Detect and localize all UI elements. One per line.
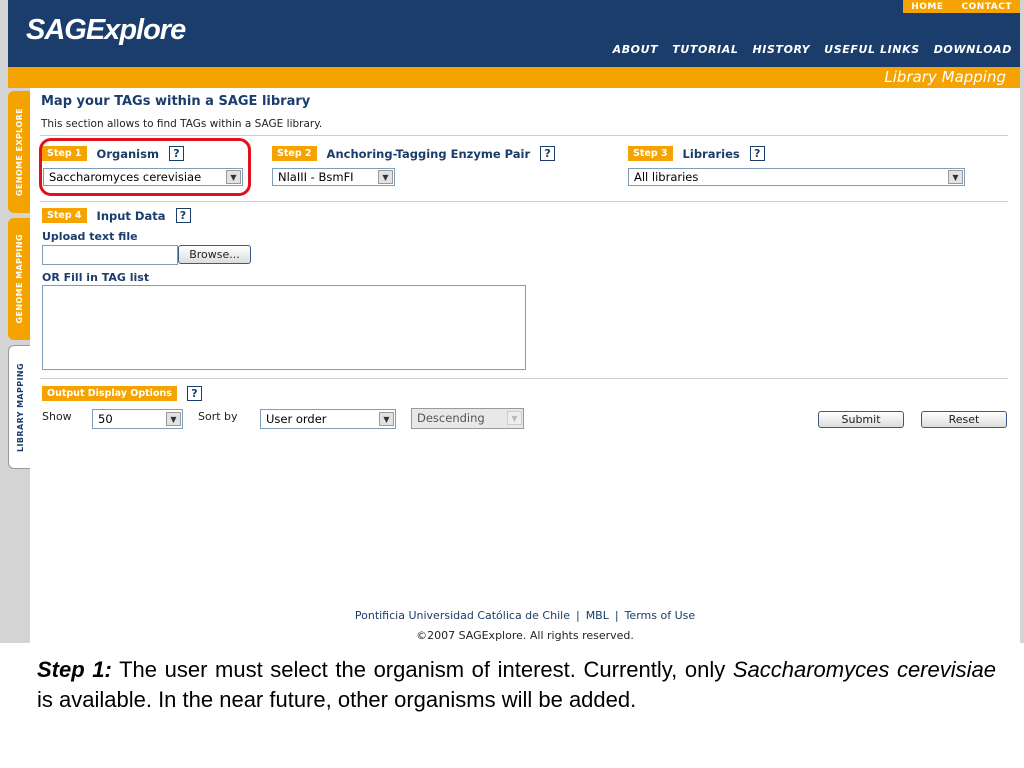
footer-link-puc[interactable]: Pontificia Universidad Católica de Chile: [355, 609, 570, 622]
footer-link-terms[interactable]: Terms of Use: [625, 609, 696, 622]
chevron-down-icon: ▼: [507, 411, 522, 425]
tab-genome-mapping-label: GENOME MAPPING: [14, 234, 24, 324]
footer-links: Pontificia Universidad Católica de Chile…: [30, 609, 1020, 622]
caption-text-2: is available. In the near future, other …: [37, 687, 637, 712]
slide-caption: Step 1: The user must select the organis…: [37, 655, 996, 715]
chevron-down-icon: ▼: [948, 170, 963, 184]
divider: [40, 378, 1008, 379]
nav-download[interactable]: DOWNLOAD: [934, 43, 1012, 56]
step3-help-icon[interactable]: ?: [749, 146, 765, 161]
tab-library-mapping[interactable]: LIBRARY MAPPING: [8, 345, 31, 469]
sort-by-select[interactable]: User order ▼: [260, 409, 396, 429]
step4-header: Step 4 Input Data ?: [42, 208, 191, 223]
footer-separator: |: [575, 609, 580, 622]
section-title: Library Mapping: [884, 68, 1006, 86]
enzyme-pair-select[interactable]: NlaIII - BsmFI ▼: [272, 168, 395, 186]
step4-help-icon[interactable]: ?: [175, 208, 191, 223]
fill-tag-list-label: OR Fill in TAG list: [42, 271, 150, 284]
caption-text-1: The user must select the organism of int…: [111, 657, 733, 682]
site-header: HOME CONTACT SAGExplore ABOUT TUTORIAL H…: [8, 0, 1020, 67]
page-title: Map your TAGs within a SAGE library: [41, 94, 311, 109]
nav-history[interactable]: HISTORY: [752, 43, 810, 56]
chevron-down-icon: ▼: [166, 412, 181, 426]
chevron-down-icon: ▼: [379, 412, 394, 426]
side-tabs: GENOME EXPLORE GENOME MAPPING LIBRARY MA…: [8, 88, 31, 643]
sort-by-label: Sort by: [198, 410, 238, 423]
main-nav: ABOUT TUTORIAL HISTORY USEFUL LINKS DOWN…: [613, 43, 1012, 56]
show-count-select[interactable]: 50 ▼: [92, 409, 183, 429]
footer-separator: |: [614, 609, 619, 622]
step4-label: Input Data: [96, 208, 166, 223]
step1-highlight: [39, 138, 251, 196]
sort-order-value: Descending: [417, 411, 485, 425]
sort-by-value: User order: [266, 412, 327, 426]
contact-link[interactable]: CONTACT: [962, 2, 1012, 12]
section-bar: Library Mapping: [8, 67, 1020, 88]
submit-button[interactable]: Submit: [818, 411, 904, 428]
tab-genome-explore-label: GENOME EXPLORE: [14, 107, 24, 197]
libraries-select-value: All libraries: [634, 170, 699, 184]
divider: [40, 135, 1008, 136]
sort-order-select: Descending ▼: [411, 408, 524, 429]
step2-help-icon[interactable]: ?: [540, 146, 556, 161]
nav-useful-links[interactable]: USEFUL LINKS: [824, 43, 920, 56]
step3-header: Step 3 Libraries ?: [628, 146, 765, 161]
content-panel: Map your TAGs within a SAGE library This…: [30, 88, 1020, 643]
footer-copyright: ©2007 SAGExplore. All rights reserved.: [416, 629, 634, 642]
screenshot: HOME CONTACT SAGExplore ABOUT TUTORIAL H…: [0, 0, 1024, 643]
libraries-select[interactable]: All libraries ▼: [628, 168, 965, 186]
tab-genome-explore[interactable]: GENOME EXPLORE: [8, 91, 30, 213]
upload-label: Upload text file: [42, 230, 138, 243]
show-count-value: 50: [98, 412, 113, 426]
output-options-header: Output Display Options ?: [42, 386, 202, 401]
browse-button[interactable]: Browse...: [178, 245, 251, 264]
upload-file-input[interactable]: [42, 245, 178, 265]
site-logo[interactable]: SAGExplore: [26, 14, 186, 47]
step2-badge: Step 2: [272, 146, 317, 161]
reset-button[interactable]: Reset: [921, 411, 1007, 428]
home-link[interactable]: HOME: [911, 2, 943, 12]
tag-list-textarea[interactable]: [42, 285, 526, 370]
nav-tutorial[interactable]: TUTORIAL: [672, 43, 738, 56]
top-links: HOME CONTACT: [903, 0, 1020, 13]
divider: [40, 201, 1008, 202]
caption-lead: Step 1:: [37, 657, 112, 682]
step2-header: Step 2 Anchoring-Tagging Enzyme Pair ?: [272, 146, 556, 161]
step2-label: Anchoring-Tagging Enzyme Pair: [326, 146, 531, 161]
tab-genome-mapping[interactable]: GENOME MAPPING: [8, 218, 30, 340]
nav-about[interactable]: ABOUT: [613, 43, 659, 56]
step3-badge: Step 3: [628, 146, 673, 161]
tab-library-mapping-label: LIBRARY MAPPING: [15, 362, 25, 452]
caption-species: Saccharomyces cerevisiae: [732, 657, 996, 682]
chevron-down-icon: ▼: [378, 170, 393, 184]
enzyme-pair-select-value: NlaIII - BsmFI: [278, 170, 354, 184]
step4-badge: Step 4: [42, 208, 87, 223]
footer-link-mbl[interactable]: MBL: [586, 609, 609, 622]
step3-label: Libraries: [682, 146, 740, 161]
show-label: Show: [42, 410, 72, 423]
output-help-icon[interactable]: ?: [186, 386, 202, 401]
page-description: This section allows to find TAGs within …: [41, 118, 323, 130]
output-options-badge: Output Display Options: [42, 386, 177, 401]
